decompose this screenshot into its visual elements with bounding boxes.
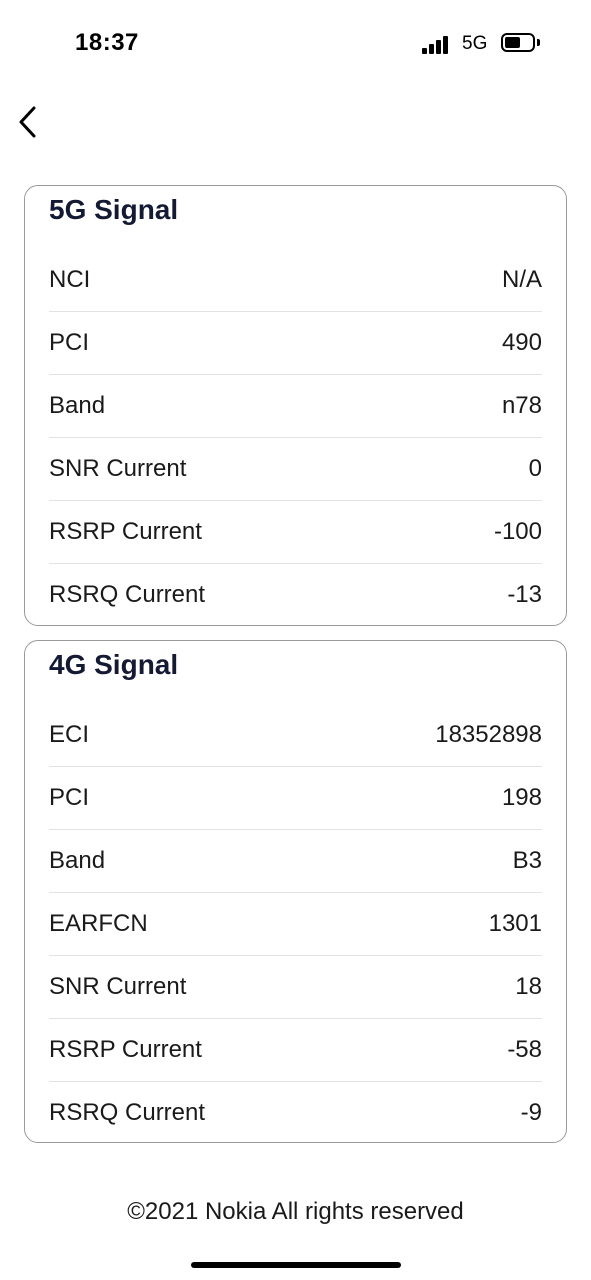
status-bar: 18:37 5G (0, 0, 591, 88)
row-value: 490 (501, 329, 542, 356)
row-label: RSRQ Current (49, 581, 206, 608)
row-label: PCI (49, 784, 90, 811)
row-value: -58 (507, 1036, 542, 1063)
row-value: 0 (528, 455, 542, 482)
signal-row: RSRQ Current -13 (49, 564, 542, 626)
row-label: Band (49, 847, 106, 874)
copyright-footer: ©2021 Nokia All rights reserved (127, 1198, 464, 1225)
back-button[interactable] (8, 102, 48, 142)
row-value: N/A (501, 266, 542, 293)
signal-row: EARFCN 1301 (49, 893, 542, 956)
row-value: B3 (512, 847, 542, 874)
status-time: 18:37 (75, 29, 139, 56)
signal-4g-card: 4G Signal ECI 18352898 PCI 198 Band B3 EARF… (24, 640, 567, 1143)
row-value: 1301 (488, 910, 542, 937)
row-label: RSRP Current (49, 1036, 202, 1063)
row-value: -9 (520, 1099, 542, 1126)
network-type-label: 5G (462, 33, 488, 54)
row-value: 18 (515, 973, 542, 1000)
row-label: EARFCN (49, 910, 148, 937)
row-value: -13 (507, 581, 542, 608)
row-label: ECI (49, 721, 90, 748)
signal-row: NCI N/A (49, 249, 542, 312)
row-label: Band (49, 392, 106, 419)
signal-5g-rows: NCI N/A PCI 490 Band n78 SNR Current 0 RSRP … (49, 249, 542, 626)
signal-4g-rows: ECI 18352898 PCI 198 Band B3 EARFCN 1301 SNR… (49, 704, 542, 1144)
battery-icon (501, 33, 535, 52)
signal-5g-card: 5G Signal NCI N/A PCI 490 Band n78 SNR Curr… (24, 185, 567, 626)
row-label: RSRP Current (49, 518, 202, 545)
signal-row: Band n78 (49, 375, 542, 438)
signal-5g-title: 5G Signal (49, 194, 179, 225)
row-label: NCI (49, 266, 91, 293)
cellular-signal-icon (422, 34, 452, 54)
chevron-left-icon (19, 106, 36, 138)
row-label: SNR Current (49, 973, 187, 1000)
row-label: SNR Current (49, 455, 187, 482)
battery-cap (537, 39, 540, 46)
signal-row: PCI 198 (49, 767, 542, 830)
signal-row: ECI 18352898 (49, 704, 542, 767)
row-value: n78 (501, 392, 542, 419)
signal-row: SNR Current 18 (49, 956, 542, 1019)
signal-row: RSRP Current -58 (49, 1019, 542, 1082)
signal-row: PCI 490 (49, 312, 542, 375)
signal-row: RSRQ Current -9 (49, 1082, 542, 1144)
signal-row: Band B3 (49, 830, 542, 893)
row-value: -100 (493, 518, 542, 545)
home-indicator[interactable] (191, 1262, 401, 1268)
signal-row: RSRP Current -100 (49, 501, 542, 564)
signal-4g-title: 4G Signal (49, 649, 179, 680)
signal-row: SNR Current 0 (49, 438, 542, 501)
row-value: 198 (501, 784, 542, 811)
row-value: 18352898 (435, 721, 542, 748)
row-label: RSRQ Current (49, 1099, 206, 1126)
row-label: PCI (49, 329, 90, 356)
